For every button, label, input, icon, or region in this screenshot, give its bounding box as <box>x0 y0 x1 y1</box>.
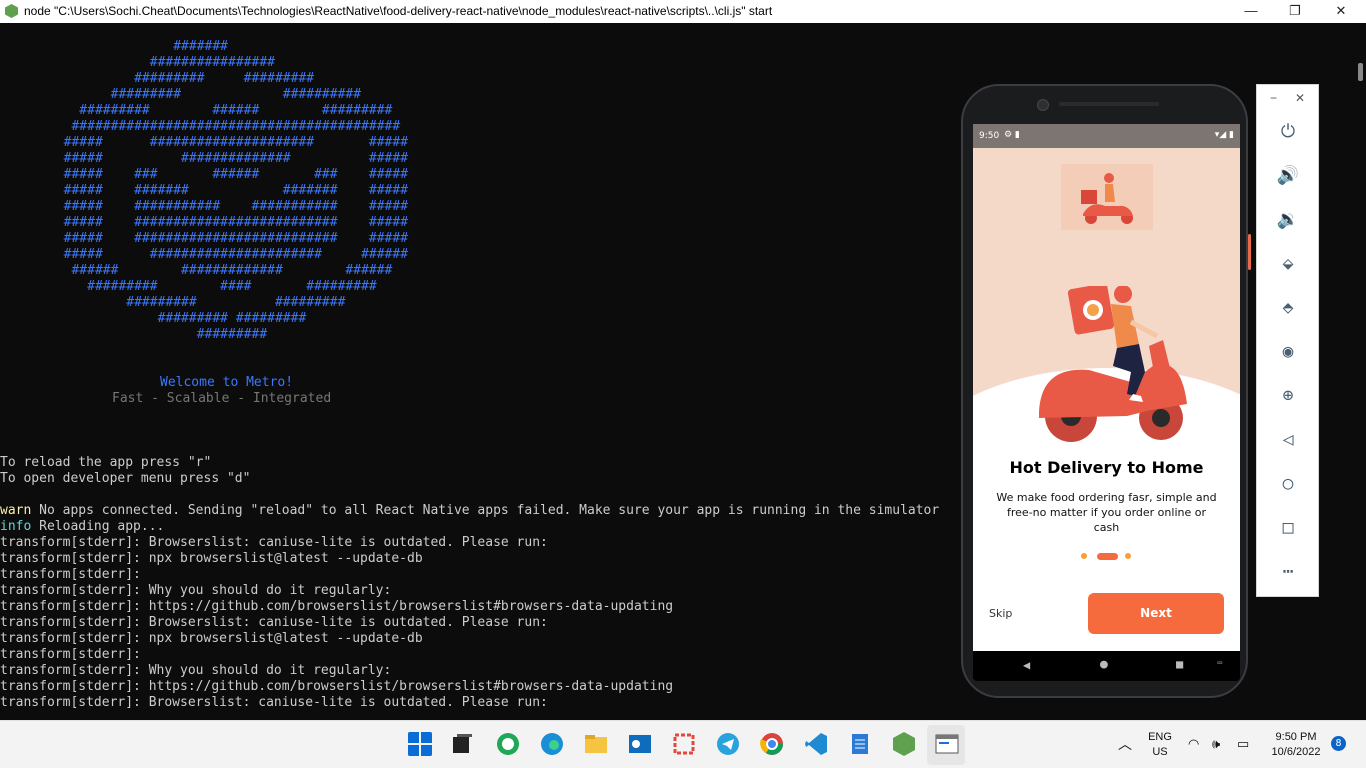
volume-down-icon[interactable]: 🔉 <box>1271 205 1305 235</box>
skip-button[interactable]: Skip <box>989 607 1012 620</box>
camera-screenshot-icon[interactable]: ◉ <box>1271 337 1305 367</box>
battery-icon[interactable]: ▭ <box>1237 736 1249 752</box>
page-dot <box>1125 553 1131 559</box>
back-icon[interactable]: ◁ <box>1271 425 1305 455</box>
android-emulator-device: 9:50 ⚙ ▮ ▾◢ ▮ Hot Delivery to Home We ma… <box>961 84 1251 698</box>
clock[interactable]: 9:50 PM 10/6/2022 <box>1266 730 1326 760</box>
home-icon[interactable]: ○ <box>1271 469 1305 499</box>
vscode-icon[interactable] <box>803 731 829 757</box>
console-line: transform[stderr]: npx browserslist@late… <box>0 631 423 646</box>
volume-up-icon[interactable]: 🔊 <box>1271 161 1305 191</box>
console-line-info: info Reloading app... <box>0 519 165 534</box>
page-indicator <box>1079 551 1139 561</box>
back-nav-icon[interactable]: ◀ <box>1023 658 1030 672</box>
windows-start-icon[interactable] <box>407 731 433 757</box>
keyboard-nav-icon[interactable]: ⌨ <box>1217 659 1222 669</box>
console-line: transform[stderr]: Browserslist: caniuse… <box>0 615 548 630</box>
whatsapp-icon[interactable] <box>495 731 521 757</box>
notification-badge[interactable]: 8 <box>1331 736 1346 751</box>
window-title: node "C:\Users\Sochi.Cheat\Documents\Tec… <box>24 4 773 18</box>
next-button[interactable]: Next <box>1088 593 1224 634</box>
onboarding-description: We make food ordering fasr, simple and f… <box>996 491 1217 534</box>
settings-icon: ⚙ ▮ <box>1004 130 1020 140</box>
console-line: transform[stderr]: Browserslist: caniuse… <box>0 535 548 550</box>
emulator-screen[interactable]: 9:50 ⚙ ▮ ▾◢ ▮ Hot Delivery to Home We ma… <box>973 124 1240 651</box>
console-line: transform[stderr]: Why you should do it … <box>0 583 392 598</box>
overview-icon[interactable]: □ <box>1271 513 1305 543</box>
console-line: To open developer menu press "d" <box>0 471 251 486</box>
console-line: transform[stderr]: Why you should do it … <box>0 663 392 678</box>
onboarding-illustration <box>973 148 1240 568</box>
outlook-icon[interactable] <box>627 731 653 757</box>
notepad-icon[interactable] <box>847 731 873 757</box>
task-view-icon[interactable] <box>449 731 475 757</box>
console-line: transform[stderr]: Browserslist: caniuse… <box>0 695 548 710</box>
tagline-text: Fast - Scalable - Integrated <box>112 391 332 406</box>
console-line-warn: warn No apps connected. Sending "reload"… <box>0 503 940 518</box>
close-button[interactable]: ✕ <box>1318 0 1364 23</box>
emulator-toolbar: − ✕ ⏻ 🔊 🔉 ⬙ ⬘ ◉ ⊕ ◁ ○ □ ⋯ <box>1256 84 1319 597</box>
wifi-icon[interactable]: ◠ <box>1188 736 1199 752</box>
rotate-left-icon[interactable]: ⬙ <box>1271 249 1305 279</box>
nodejs-icon[interactable] <box>891 731 917 757</box>
zoom-icon[interactable]: ⊕ <box>1271 381 1305 411</box>
chrome-icon[interactable] <box>759 731 785 757</box>
android-status-bar: 9:50 ⚙ ▮ ▾◢ ▮ <box>973 124 1240 148</box>
language-indicator[interactable]: ENG US <box>1143 730 1177 760</box>
chevron-up-icon[interactable]: ︿ <box>1118 734 1132 754</box>
metro-ascii-logo: ####### ################ ######### #####… <box>63 39 409 342</box>
scooter-rider-illustration <box>1039 286 1187 442</box>
page-dot <box>1081 553 1087 559</box>
console-line: transform[stderr]: npx browserslist@late… <box>0 551 423 566</box>
scrollbar-thumb[interactable] <box>1358 63 1363 81</box>
camera-icon <box>1037 99 1049 111</box>
status-time: 9:50 <box>979 131 1000 141</box>
recents-nav-icon[interactable]: ■ <box>1176 657 1183 671</box>
console-line: To reload the app press "r" <box>0 455 212 470</box>
side-button <box>1248 234 1251 270</box>
page-dot-active <box>1097 553 1118 560</box>
minimize-button[interactable]: — <box>1228 0 1274 23</box>
delivery-logo-image <box>1061 164 1153 230</box>
android-nav-bar: ◀ ● ■ ⌨ <box>973 651 1240 681</box>
nodejs-icon <box>5 4 18 18</box>
console-line: transform[stderr]: https://github.com/br… <box>0 679 674 694</box>
console-line: transform[stderr]: https://github.com/br… <box>0 599 674 614</box>
console-scrollbar[interactable] <box>1354 23 1366 720</box>
snipping-tool-icon[interactable] <box>671 731 697 757</box>
power-icon[interactable]: ⏻ <box>1271 117 1305 147</box>
welcome-text: Welcome to Metro! <box>160 375 294 390</box>
panel-close-button[interactable]: ✕ <box>1295 91 1305 105</box>
speaker-grille <box>1059 102 1159 106</box>
volume-icon[interactable]: 🕪 <box>1212 736 1220 752</box>
onboarding-title: Hot Delivery to Home <box>1009 458 1204 477</box>
panel-minimize-button[interactable]: − <box>1270 91 1277 105</box>
edge-browser-icon[interactable] <box>539 731 565 757</box>
windows-taskbar: ︿ ENG US ◠ 🕪 ▭ 9:50 PM 10/6/2022 <box>0 720 1366 768</box>
file-explorer-icon[interactable] <box>583 731 609 757</box>
wifi-battery-icon: ▾◢ ▮ <box>1214 130 1234 140</box>
window-titlebar: node "C:\Users\Sochi.Cheat\Documents\Tec… <box>0 0 1366 23</box>
rotate-right-icon[interactable]: ⬘ <box>1271 293 1305 323</box>
console-line: transform[stderr]: <box>0 567 141 582</box>
home-nav-icon[interactable]: ● <box>1100 657 1108 672</box>
terminal-icon[interactable] <box>934 731 960 757</box>
restore-button[interactable]: ❐ <box>1272 0 1318 23</box>
telegram-icon[interactable] <box>715 731 741 757</box>
more-icon[interactable]: ⋯ <box>1271 557 1305 587</box>
console-line: transform[stderr]: <box>0 647 141 662</box>
